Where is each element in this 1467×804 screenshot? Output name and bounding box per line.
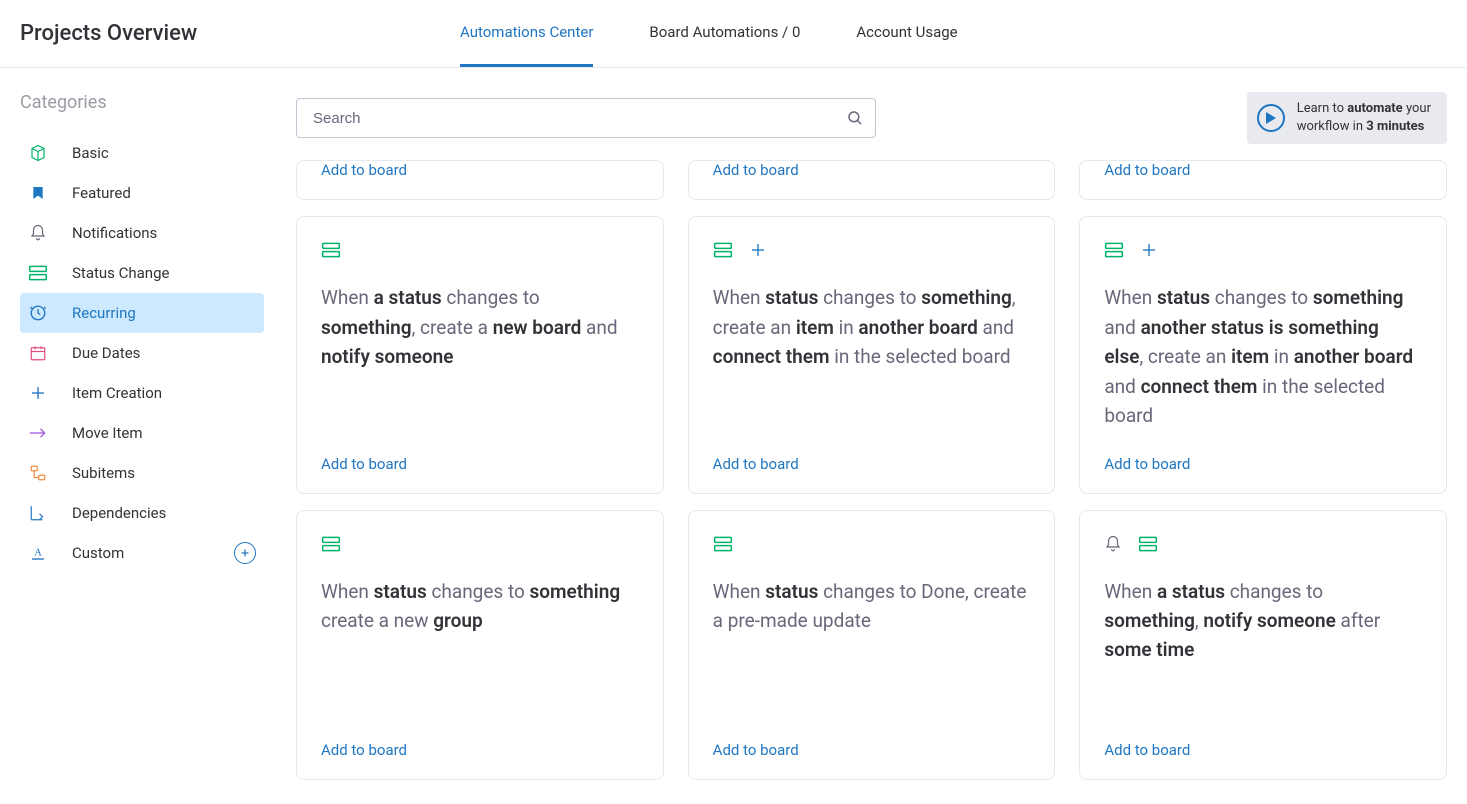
cards-row-0: Add to board Add to board Add to board <box>296 160 1447 200</box>
sidebar-item-label: Status Change <box>72 264 169 282</box>
custom-icon: A <box>28 543 48 563</box>
card-icons <box>1104 241 1422 259</box>
svg-text:A: A <box>34 547 42 558</box>
sidebar-item-label: Due Dates <box>72 344 140 362</box>
sidebar-list: Basic Featured Notifications Status Change R… <box>20 133 264 573</box>
add-to-board-link[interactable]: Add to board <box>713 455 1031 473</box>
sidebar-item-recurring[interactable]: Recurring <box>20 293 264 333</box>
sidebar-item-featured[interactable]: Featured <box>20 173 264 213</box>
cube-icon <box>28 143 48 163</box>
content: Learn to automate your workflow in 3 min… <box>280 68 1467 804</box>
learn-text: Learn to automate your workflow in 3 min… <box>1297 100 1431 136</box>
learn-line1-pre: Learn to <box>1297 101 1348 116</box>
main: Categories Basic Featured Notifications Sta… <box>0 68 1467 804</box>
card-text: When status changes to Done, create a pr… <box>713 577 1031 717</box>
card-icons <box>713 535 1031 553</box>
sidebar-item-basic[interactable]: Basic <box>20 133 264 173</box>
sidebar-item-move-item[interactable]: Move Item <box>20 413 264 453</box>
add-to-board-link[interactable]: Add to board <box>321 455 639 473</box>
play-icon <box>1257 104 1285 132</box>
add-to-board-link[interactable]: Add to board <box>1104 741 1422 759</box>
card-text: When status changes to something and ano… <box>1104 283 1422 430</box>
plus-icon <box>28 383 48 403</box>
arrow-icon <box>28 423 48 443</box>
search-wrap <box>296 98 876 138</box>
plus-icon <box>749 241 767 259</box>
automation-card: When status changes to something and ano… <box>1079 216 1447 493</box>
learn-line2-bold: 3 minutes <box>1366 119 1424 134</box>
sidebar-heading: Categories <box>20 92 264 113</box>
dep-icon <box>28 503 48 523</box>
calendar-icon <box>28 343 48 363</box>
automation-card: When status changes to something create … <box>296 510 664 780</box>
card-icons <box>1104 535 1422 553</box>
bell-icon <box>1104 535 1122 553</box>
sidebar-item-status-change[interactable]: Status Change <box>20 253 264 293</box>
card-text: When a status changes to something, crea… <box>321 283 639 430</box>
sidebar-item-label: Subitems <box>72 464 135 482</box>
card-text: When a status changes to something, noti… <box>1104 577 1422 717</box>
automation-card: Add to board <box>1079 160 1447 200</box>
sidebar-item-label: Item Creation <box>72 384 162 402</box>
clock-icon <box>28 303 48 323</box>
automation-card: Add to board <box>296 160 664 200</box>
tabs: Automations Center Board Automations / 0 A… <box>460 0 958 67</box>
learn-line2-pre: workflow in <box>1297 119 1367 134</box>
add-to-board-link[interactable]: Add to board <box>713 741 1031 759</box>
sidebar-item-label: Recurring <box>72 304 136 322</box>
card-icons <box>713 241 1031 259</box>
sidebar-item-label: Featured <box>72 184 131 202</box>
sidebar-item-dependencies[interactable]: Dependencies <box>20 493 264 533</box>
learn-line1-post: your <box>1403 101 1431 116</box>
sidebar-item-label: Dependencies <box>72 504 166 522</box>
tab-0[interactable]: Automations Center <box>460 0 593 67</box>
sidebar-item-subitems[interactable]: Subitems <box>20 453 264 493</box>
card-text: When status changes to something create … <box>321 577 639 717</box>
automation-card: When status changes to something, create… <box>688 216 1056 493</box>
rows-icon <box>321 241 341 259</box>
search-input[interactable] <box>296 98 876 138</box>
sidebar-item-label: Basic <box>72 144 109 162</box>
bookmark-icon <box>28 183 48 203</box>
bell-icon <box>28 223 48 243</box>
tab-1[interactable]: Board Automations / 0 <box>649 0 800 67</box>
rows-icon <box>28 263 48 283</box>
rows-icon <box>321 535 341 553</box>
header: Projects Overview Automations Center Boar… <box>0 0 1467 68</box>
sidebar-item-due-dates[interactable]: Due Dates <box>20 333 264 373</box>
sidebar-item-label: Move Item <box>72 424 142 442</box>
add-to-board-link[interactable]: Add to board <box>1104 455 1422 473</box>
sidebar: Categories Basic Featured Notifications Sta… <box>0 68 280 804</box>
automation-card: Add to board <box>688 160 1056 200</box>
rows-icon <box>713 241 733 259</box>
automation-card: When a status changes to something, crea… <box>296 216 664 493</box>
cards-row-2: When status changes to something create … <box>296 510 1447 780</box>
add-to-board-link[interactable]: Add to board <box>713 161 1031 179</box>
card-text: When status changes to something, create… <box>713 283 1031 430</box>
add-to-board-link[interactable]: Add to board <box>321 741 639 759</box>
sidebar-item-label: Custom <box>72 544 124 562</box>
add-to-board-link[interactable]: Add to board <box>321 161 639 179</box>
automation-card: When status changes to Done, create a pr… <box>688 510 1056 780</box>
learn-box[interactable]: Learn to automate your workflow in 3 min… <box>1247 92 1447 144</box>
sidebar-item-item-creation[interactable]: Item Creation <box>20 373 264 413</box>
sidebar-item-notifications[interactable]: Notifications <box>20 213 264 253</box>
automation-card: When a status changes to something, noti… <box>1079 510 1447 780</box>
cards-row-1: When a status changes to something, crea… <box>296 216 1447 493</box>
page-title: Projects Overview <box>20 21 460 46</box>
rows-icon <box>1138 535 1158 553</box>
subitem-icon <box>28 463 48 483</box>
sidebar-item-label: Notifications <box>72 224 157 242</box>
card-icons <box>321 241 639 259</box>
rows-icon <box>1104 241 1124 259</box>
tab-2[interactable]: Account Usage <box>856 0 957 67</box>
learn-line1-bold: automate <box>1347 101 1402 116</box>
rows-icon <box>713 535 733 553</box>
plus-icon <box>1140 241 1158 259</box>
top-row: Learn to automate your workflow in 3 min… <box>296 92 1447 144</box>
add-to-board-link[interactable]: Add to board <box>1104 161 1422 179</box>
add-custom-button[interactable] <box>234 542 256 564</box>
sidebar-item-custom[interactable]: A Custom <box>20 533 264 573</box>
card-icons <box>321 535 639 553</box>
